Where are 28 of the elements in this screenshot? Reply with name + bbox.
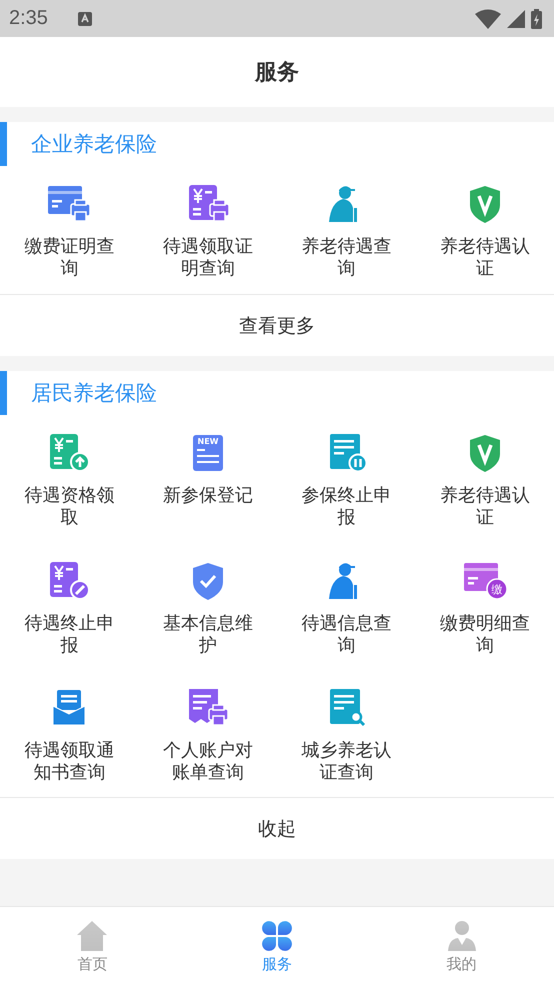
service-label[interactable]: 养老待遇认证 (436, 236, 533, 280)
service-label[interactable]: 基本信息维护 (160, 613, 256, 657)
page-title: 服务 (255, 59, 299, 87)
status-time: 2:35 (9, 7, 48, 30)
wifi-icon (475, 8, 501, 28)
service-label[interactable]: 待遇终止申报 (21, 613, 118, 657)
section-title: 企业养老保险 (31, 131, 157, 158)
tab-button[interactable]: 首页 (0, 907, 185, 985)
service-label[interactable]: 个人账户对账单查询 (160, 740, 256, 784)
section-accent-bar (0, 371, 7, 415)
battery-icon (531, 8, 542, 28)
service-label[interactable]: 待遇领取通知书查询 (21, 740, 118, 784)
home-icon (75, 918, 110, 952)
tab-button[interactable]: 我的 (369, 907, 554, 985)
service-label[interactable]: 养老待遇认证 (436, 485, 533, 529)
section-accent-bar (0, 122, 7, 166)
service-label[interactable]: 待遇资格领取 (21, 485, 118, 529)
service-label[interactable]: 新参保登记 (160, 485, 256, 507)
service-label[interactable]: 城乡养老认证查询 (298, 740, 394, 784)
service-label[interactable]: 缴费证明查询 (21, 236, 118, 280)
section-title: 居民养老保险 (31, 380, 157, 407)
service-label[interactable]: 参保终止申报 (298, 485, 394, 529)
signal-icon (507, 10, 525, 28)
service-label[interactable]: 养老待遇查询 (298, 236, 394, 280)
service-label[interactable]: 缴费明细查询 (436, 613, 533, 657)
service-label[interactable]: 待遇领取证明查询 (160, 236, 256, 280)
service-label[interactable]: 待遇信息查询 (298, 613, 394, 657)
clover-icon (260, 918, 294, 952)
